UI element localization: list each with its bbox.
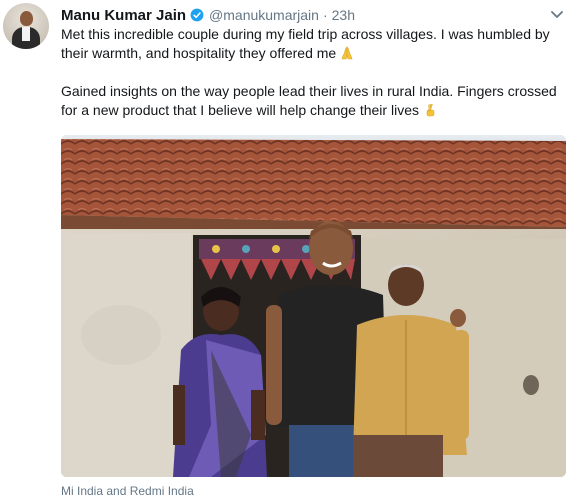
village-photo-image — [61, 135, 566, 477]
avatar[interactable] — [3, 3, 49, 49]
header-separator: · — [322, 7, 328, 23]
tweet-text-line: their warmth, and hospitality they offer… — [61, 44, 561, 63]
folded-hands-icon — [341, 46, 353, 60]
tweet-text-line: Met this incredible couple during my fie… — [61, 26, 550, 42]
crossed-fingers-icon — [426, 103, 435, 117]
author-handle[interactable]: @manukumarjain — [209, 7, 319, 23]
verified-badge-icon — [190, 8, 204, 22]
tweet-text-line: for a new product that I believe will he… — [61, 101, 561, 120]
tweet-text: Met this incredible couple during my fie… — [61, 25, 561, 120]
tweet-header: Manu Kumar Jain @manukumarjain · 23h — [61, 5, 355, 25]
tagged-users[interactable]: Mi India and Redmi India — [61, 484, 194, 498]
tweet[interactable]: Manu Kumar Jain @manukumarjain · 23h Met… — [0, 0, 569, 502]
tweet-photo[interactable] — [61, 135, 566, 477]
tweet-text-line: Gained insights on the way people lead t… — [61, 83, 557, 99]
author-name[interactable]: Manu Kumar Jain — [61, 7, 186, 24]
tweet-timestamp[interactable]: 23h — [332, 7, 355, 23]
chevron-down-icon[interactable] — [551, 10, 563, 20]
tweet-text-blank — [61, 63, 561, 82]
